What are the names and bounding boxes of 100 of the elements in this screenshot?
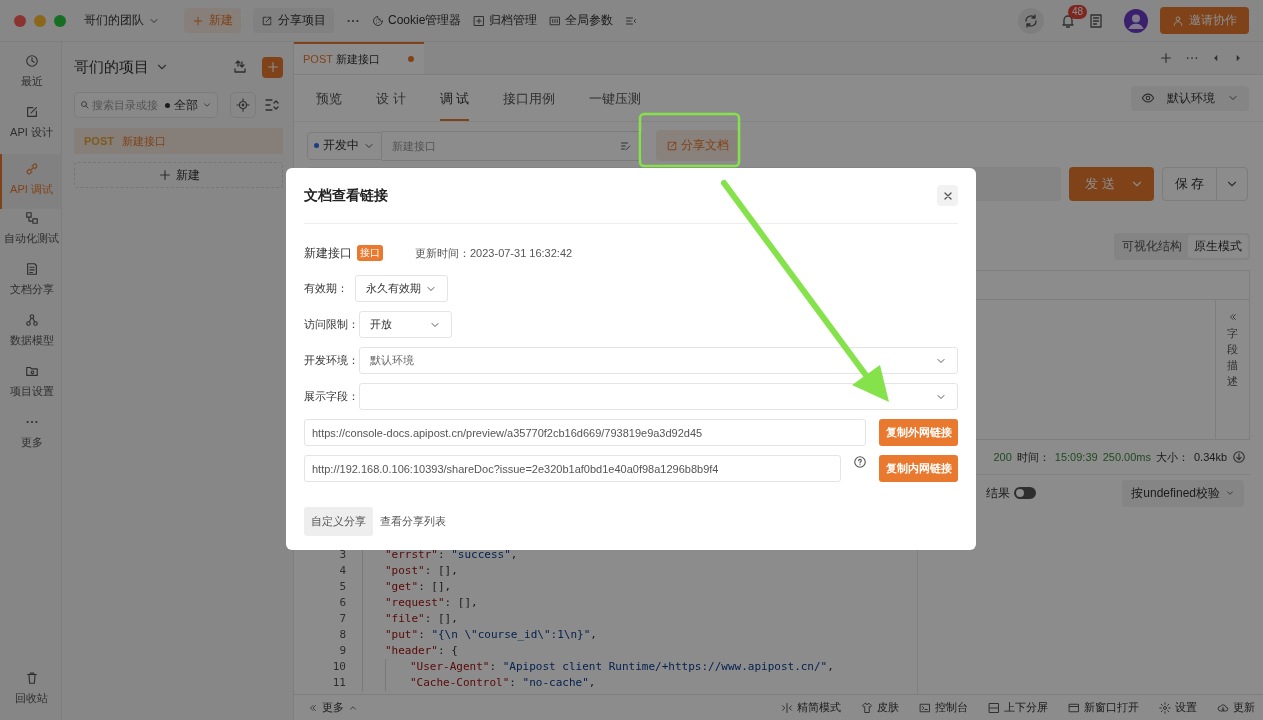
- window-icon: [1068, 701, 1080, 714]
- archive-button[interactable]: 归档管理: [473, 12, 538, 29]
- copy-link-button[interactable]: 复制内网链接: [879, 455, 958, 482]
- doc-name: 新建接口: [304, 244, 352, 262]
- clock-icon: [24, 54, 39, 68]
- zoom-window-button[interactable]: [54, 14, 66, 27]
- field-description-toggle[interactable]: 字段描述: [1215, 300, 1249, 439]
- network-icon: [24, 313, 39, 327]
- line-number: 5: [338, 579, 347, 595]
- result-toggle[interactable]: [1014, 487, 1036, 499]
- line-number: 4: [338, 563, 347, 579]
- nav-item[interactable]: 自动化测试: [0, 209, 61, 260]
- nav-item[interactable]: 项目设置: [0, 362, 61, 413]
- copy-link-button[interactable]: 复制外网链接: [879, 419, 958, 446]
- nav-item[interactable]: 更多: [0, 413, 61, 464]
- custom-share-button[interactable]: 自定义分享: [304, 507, 373, 536]
- code-line: "get": [],: [385, 579, 452, 595]
- field-label: 有效期：: [304, 281, 349, 296]
- subtab[interactable]: 调 试: [439, 75, 470, 121]
- trash-icon: [24, 671, 39, 685]
- link-field[interactable]: https://console-docs.apipost.cn/preview/a35770f2cb16d669/793819e9a3d92d45: [304, 419, 866, 446]
- user-icon: [1172, 14, 1184, 27]
- dialog-title: 文档查看链接: [304, 186, 388, 205]
- select-field[interactable]: 默认环境: [359, 347, 958, 374]
- field-label: 访问限制：: [304, 317, 359, 332]
- global-params-button[interactable]: 全局参数: [549, 12, 614, 29]
- new-item-button[interactable]: 新建: [74, 162, 283, 188]
- share-list-link[interactable]: 查看分享列表: [380, 514, 446, 529]
- link-field[interactable]: http://192.168.0.106:10393/shareDoc?issue=2e320b1af0bd1e40a0f98a1296b8b9f4: [304, 455, 841, 482]
- line-number: 10: [331, 659, 347, 675]
- export-icon[interactable]: [232, 59, 248, 75]
- close-button[interactable]: [937, 185, 958, 206]
- locate-button[interactable]: [230, 92, 256, 118]
- split-screen-icon: [988, 701, 1000, 714]
- collapse-icon[interactable]: [625, 14, 638, 27]
- footer-button[interactable]: 设置: [1159, 700, 1197, 715]
- footer-button[interactable]: 精简模式: [781, 700, 841, 715]
- response-size: 0.34kb: [1193, 451, 1227, 463]
- nav-item[interactable]: 最近: [0, 52, 61, 103]
- team-selector[interactable]: 哥们的团队: [84, 12, 160, 29]
- notes-icon[interactable]: [1088, 12, 1104, 29]
- status-code: 200: [993, 451, 1012, 463]
- code-line: "errstr": "success",: [385, 547, 518, 563]
- footer-button[interactable]: 控制台: [919, 700, 968, 715]
- edit-lines-icon[interactable]: [620, 139, 632, 152]
- folder-icon: [24, 364, 39, 378]
- eye-icon: [1141, 91, 1155, 105]
- doc-type-tag: 接口: [357, 245, 383, 261]
- cloud-icon: [1217, 701, 1229, 714]
- compact-icon: [781, 701, 793, 714]
- cookie-manager-button[interactable]: Cookie管理器: [372, 12, 462, 29]
- view-mode-tab[interactable]: 原生模式: [1188, 235, 1248, 258]
- footer-button[interactable]: 上下分屏: [988, 700, 1048, 715]
- help-icon[interactable]: [853, 455, 867, 469]
- shirt-icon: [861, 701, 873, 714]
- line-number: 9: [338, 643, 347, 659]
- view-mode-tab[interactable]: 可视化结构: [1116, 235, 1188, 258]
- nav-item[interactable]: 文档分享: [0, 260, 61, 311]
- add-tab-icon[interactable]: [1159, 51, 1173, 65]
- code-line: "put": "{\n \"course_id\":1\n}",: [385, 627, 597, 643]
- expand-collapse-icon[interactable]: [264, 97, 280, 113]
- subtab[interactable]: 预览: [316, 75, 342, 121]
- sync-icon: [1023, 12, 1039, 29]
- close-window-button[interactable]: [14, 14, 26, 27]
- download-icon[interactable]: [1232, 450, 1246, 464]
- select-field[interactable]: 开放: [359, 311, 452, 338]
- edit-icon: [24, 105, 39, 119]
- nav-item[interactable]: 数据模型: [0, 311, 61, 362]
- select-field[interactable]: [359, 383, 958, 410]
- footer-button[interactable]: 皮肤: [861, 700, 899, 715]
- line-number: 11: [331, 675, 347, 691]
- request-tab[interactable]: POST 新建接口: [294, 42, 424, 74]
- terminal-icon: [919, 701, 931, 714]
- avatar[interactable]: [1124, 8, 1148, 33]
- nav-item[interactable]: API 设计: [0, 103, 61, 154]
- share-project-button[interactable]: 分享项目: [253, 8, 334, 33]
- code-line: "post": [],: [385, 563, 458, 579]
- plus-icon: [192, 14, 204, 27]
- size-label: 大小：: [1155, 449, 1189, 465]
- subtab[interactable]: 设 计: [376, 75, 406, 121]
- subtab[interactable]: 接口用例: [503, 75, 556, 121]
- result-label: 结果: [986, 484, 1010, 502]
- add-button[interactable]: [262, 56, 283, 78]
- double-chevron-icon: [308, 702, 318, 713]
- double-chevron-icon: [1227, 312, 1238, 322]
- validation-dropdown[interactable]: 按undefined校验: [1122, 479, 1244, 507]
- code-line: "Cache-Control": "no-cache",: [410, 675, 596, 691]
- project-title[interactable]: 哥们的项目: [74, 57, 149, 77]
- select-field[interactable]: 永久有效期: [355, 275, 448, 302]
- grid-icon: [549, 14, 562, 27]
- sync-button[interactable]: [1018, 7, 1044, 34]
- footer-button[interactable]: 更新: [1217, 700, 1255, 715]
- notification-badge: 48: [1068, 4, 1088, 19]
- environment-selector[interactable]: 默认环境: [1131, 85, 1249, 111]
- recycle-bin-button[interactable]: 回收站: [0, 669, 61, 720]
- footer-button[interactable]: 新窗口打开: [1068, 700, 1139, 715]
- updated-time: 更新时间：2023-07-31 16:32:42: [415, 245, 573, 261]
- code-line: "header": {: [385, 643, 458, 659]
- more-button[interactable]: 更多: [308, 700, 358, 715]
- save-button[interactable]: 保 存: [1162, 167, 1248, 201]
